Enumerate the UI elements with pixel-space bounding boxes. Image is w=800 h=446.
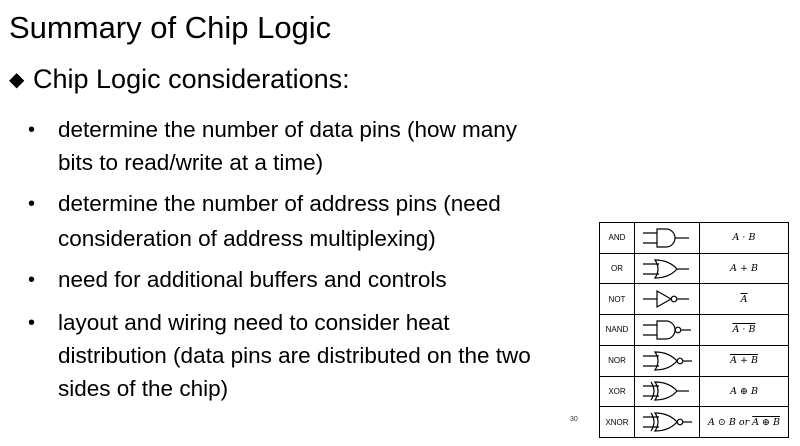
gate-name: AND (599, 222, 635, 254)
gate-row-nand: NAND A · B (599, 314, 789, 346)
gate-expression: A ⊕ B (730, 385, 758, 397)
gate-expression-overline: A (740, 293, 748, 305)
nand-gate-icon (643, 320, 691, 340)
bullet-dot-icon: • (28, 119, 36, 141)
gate-row-xnor: XNOR A ⊙ B or A ⊕ B (599, 406, 789, 438)
or-gate-icon (643, 258, 689, 279)
gate-expression-overline: A · B (732, 324, 756, 336)
nor-gate-icon (643, 351, 692, 371)
logic-gate-table: AND A · B OR A + B NOT A NAND A · B NOR … (599, 222, 789, 438)
bullet-text-line: layout and wiring need to consider heat (58, 310, 450, 335)
gate-row-or: OR A + B (599, 252, 789, 285)
bullet-text-line: need for additional buffers and controls (58, 267, 447, 292)
gate-name: OR (599, 252, 635, 285)
bullet-dot-icon: • (28, 312, 36, 334)
gate-name: XNOR (599, 406, 635, 438)
gate-expression-overline: A ⊕ B (752, 416, 780, 428)
not-gate-icon (643, 290, 689, 309)
xor-gate-icon (643, 381, 689, 401)
bullet-dot-icon: • (28, 269, 36, 291)
gate-expression: A ⊙ B or (708, 416, 753, 428)
bullet-text-line: distribution (data pins are distributed … (58, 343, 531, 368)
gate-row-not: NOT A (599, 283, 789, 316)
page-number: 30 (570, 416, 578, 423)
bullet-text-line: consideration of address multiplexing) (58, 226, 436, 251)
diamond-bullet-icon: ◆ (9, 69, 25, 91)
section-heading: ◆ Chip Logic considerations: (9, 60, 350, 99)
gate-name: XOR (599, 375, 635, 408)
section-heading-text: Chip Logic considerations: (33, 64, 350, 94)
gate-expression-overline: A + B (730, 355, 758, 367)
bullet-text-line: sides of the chip) (58, 376, 229, 401)
gate-expression: A · B (732, 232, 756, 244)
gate-row-and: AND A · B (599, 222, 789, 254)
gate-name: NAND (599, 314, 635, 346)
gate-name: NOR (599, 344, 635, 377)
gate-name: NOT (599, 283, 635, 316)
bullet-text-line: determine the number of address pins (ne… (58, 191, 501, 216)
gate-expression: A + B (730, 263, 758, 275)
slide-title: Summary of Chip Logic (9, 10, 332, 45)
bullet-text-line: bits to read/write at a time) (58, 150, 324, 175)
bullet-dot-icon: • (28, 193, 36, 215)
and-gate-icon (643, 228, 689, 248)
gate-row-nor: NOR A + B (599, 344, 789, 377)
bullet-text-line: determine the number of data pins (how m… (58, 117, 517, 142)
gate-row-xor: XOR A ⊕ B (599, 375, 789, 408)
xnor-gate-icon (643, 412, 692, 432)
